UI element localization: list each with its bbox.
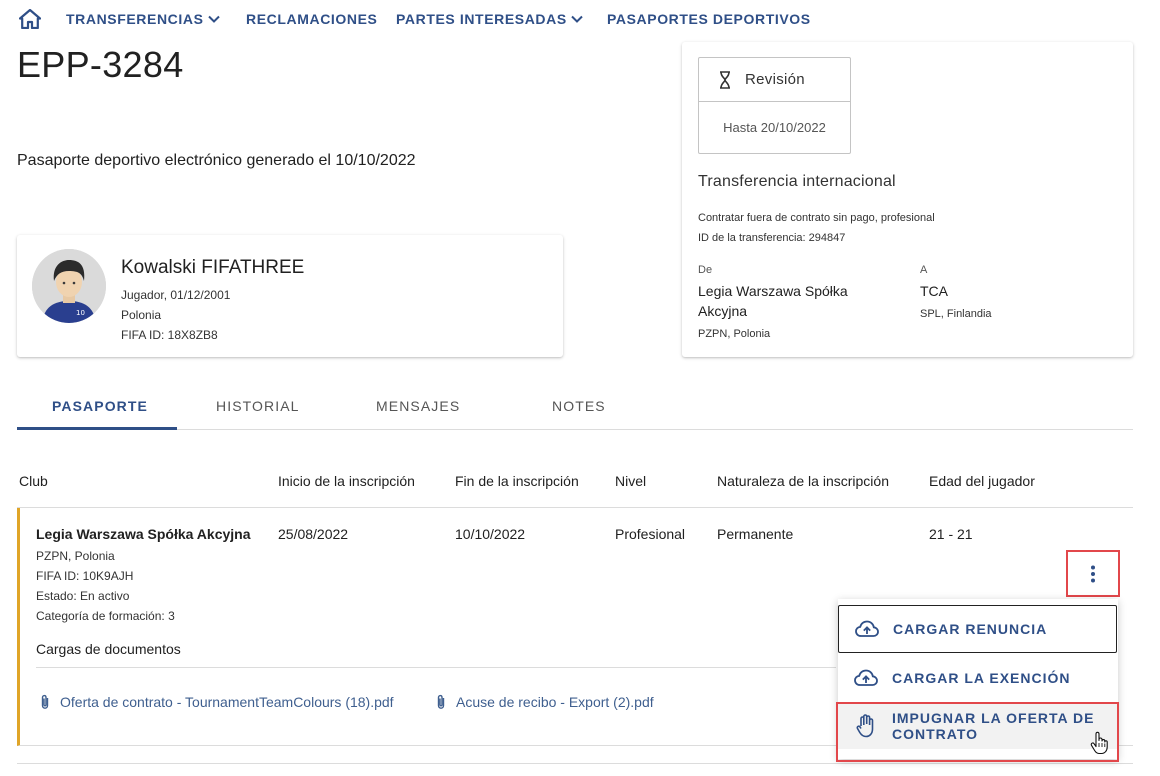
player-role-dob: Jugador, 01/12/2001: [121, 288, 231, 302]
player-country: Polonia: [121, 308, 162, 322]
row-actions-menu: CARGAR RENUNCIA CARGAR LA EXENCIÓN IMPUG…: [838, 599, 1118, 759]
transfer-heading: Transferencia internacional: [698, 173, 896, 190]
page-subtitle: Pasaporte deportivo electrónico generado…: [17, 152, 416, 169]
column-header-club: Club: [19, 473, 48, 489]
status-label: Revisión: [745, 71, 805, 88]
nav-pasaportes-deportivos[interactable]: PASAPORTES DEPORTIVOS: [607, 11, 811, 27]
tab-pasaporte[interactable]: PASAPORTE: [52, 398, 148, 414]
transfer-description: Contratar fuera de contrato sin pago, pr…: [698, 212, 935, 224]
from-club-sub: PZPN, Polonia: [698, 328, 771, 340]
chevron-down-icon: [207, 15, 220, 23]
club-federation: PZPN, Polonia: [36, 549, 115, 563]
tab-bar: PASAPORTE HISTORIAL MENSAJES NOTES: [17, 384, 1133, 430]
hourglass-icon: [720, 70, 730, 89]
avatar: 10: [32, 249, 106, 323]
table-bottom-divider: [17, 763, 1133, 764]
registration-end: 10/10/2022: [455, 526, 526, 542]
club-status: Estado: En activo: [36, 589, 130, 603]
more-vertical-icon: [1091, 565, 1095, 582]
registration-start: 25/08/2022: [278, 526, 349, 542]
club-category: Categoría de formación: 3: [36, 609, 175, 623]
player-card: 10 Kowalski FIFATHREE Jugador, 01/12/200…: [17, 235, 563, 357]
column-header-end: Fin de la inscripción: [455, 473, 579, 489]
paperclip-icon: [437, 694, 445, 709]
transfer-card: Revisión Hasta 20/10/2022 Transferencia …: [682, 42, 1133, 357]
column-header-nature: Naturaleza de la inscripción: [717, 473, 889, 489]
nav-reclamaciones[interactable]: RECLAMACIONES: [246, 11, 377, 27]
nav-transferencias[interactable]: TRANSFERENCIAS: [66, 11, 220, 27]
transfer-id: ID de la transferencia: 294847: [698, 232, 846, 244]
registration-level: Profesional: [615, 526, 686, 542]
player-age: 21 - 21: [929, 526, 973, 542]
to-label: A: [920, 264, 928, 276]
svg-text:10: 10: [76, 309, 85, 317]
player-name: Kowalski FIFATHREE: [121, 257, 305, 278]
cloud-upload-icon: [854, 666, 878, 690]
document-link-receipt[interactable]: Acuse de recibo - Export (2).pdf: [436, 694, 654, 710]
to-club-name: TCA: [920, 283, 948, 299]
to-club-sub: SPL, Finlandia: [920, 308, 992, 320]
document-link-contract-offer[interactable]: Oferta de contrato - TournamentTeamColou…: [40, 694, 394, 710]
status-until: Hasta 20/10/2022: [723, 120, 826, 135]
club-name: Legia Warszawa Spółka Akcyjna: [36, 526, 251, 542]
tab-historial[interactable]: HISTORIAL: [216, 398, 300, 414]
cloud-upload-icon: [855, 617, 879, 641]
registration-nature: Permanente: [717, 526, 794, 542]
player-avatar-icon: 10: [32, 249, 106, 323]
from-club-name: Legia Warszawa Spółka Akcyjna: [698, 283, 848, 319]
column-header-age: Edad del jugador: [929, 473, 1035, 489]
menu-item-cargar-renuncia[interactable]: CARGAR RENUNCIA: [838, 605, 1117, 653]
column-header-start: Inicio de la inscripción: [278, 473, 415, 489]
nav-partes-interesadas[interactable]: PARTES INTERESADAS: [396, 11, 583, 27]
top-nav: TRANSFERENCIAS RECLAMACIONES PARTES INTE…: [0, 0, 1160, 38]
documents-title: Cargas de documentos: [36, 641, 181, 657]
status-box: Revisión Hasta 20/10/2022: [698, 57, 851, 154]
hand-cursor-icon: [1090, 731, 1108, 755]
club-fifa-id: FIFA ID: 10K9AJH: [36, 569, 134, 583]
from-label: De: [698, 264, 713, 276]
player-fifa-id: FIFA ID: 18X8ZB8: [121, 328, 218, 342]
hand-icon: [854, 714, 878, 738]
menu-item-cargar-exencion[interactable]: CARGAR LA EXENCIÓN: [838, 654, 1118, 702]
page-title: EPP-3284: [17, 44, 184, 85]
paperclip-icon: [41, 694, 49, 709]
menu-item-impugnar-oferta[interactable]: IMPUGNAR LA OFERTA DE CONTRATO: [838, 703, 1118, 749]
row-actions-button[interactable]: [1066, 550, 1120, 597]
tab-mensajes[interactable]: MENSAJES: [376, 398, 460, 414]
chevron-down-icon: [571, 15, 583, 23]
column-header-level: Nivel: [615, 473, 647, 489]
home-icon[interactable]: [19, 9, 41, 29]
tab-notes[interactable]: NOTES: [552, 398, 606, 414]
documents-divider: [36, 667, 836, 668]
active-tab-indicator: [17, 427, 177, 430]
